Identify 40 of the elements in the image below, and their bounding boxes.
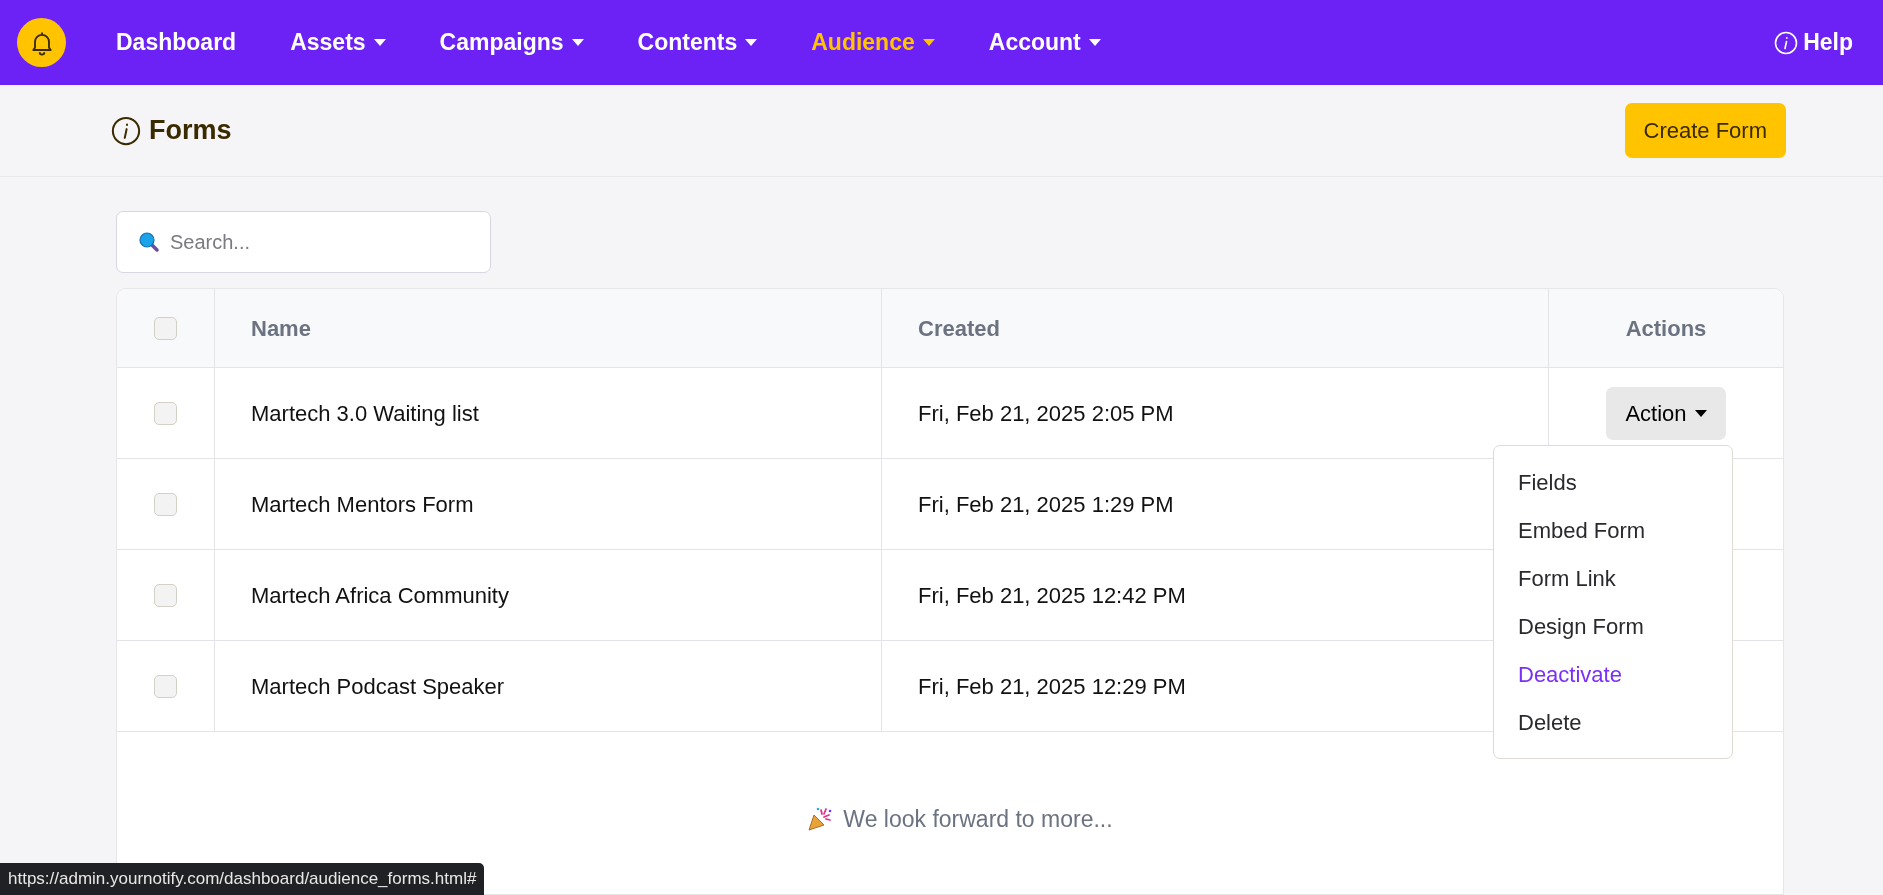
nav-menu-link[interactable]: Campaigns: [439, 25, 584, 60]
checkbox[interactable]: [154, 583, 177, 607]
footer-message: We look forward to more...: [843, 805, 1113, 834]
checkbox[interactable]: [154, 401, 177, 425]
table-cell-text: Fri, Feb 21, 2025 2:05 PM: [918, 399, 1174, 428]
table-cell-text: Martech Podcast Speaker: [251, 672, 505, 701]
menu-item[interactable]: Delete: [1494, 698, 1732, 746]
checkbox[interactable]: [154, 316, 177, 340]
table-cell-text: Fri, Feb 21, 2025 1:29 PM: [918, 490, 1174, 519]
checkbox[interactable]: [154, 674, 177, 698]
help-link[interactable]: Help: [1774, 25, 1853, 60]
table-cell-text: Fri, Feb 21, 2025 12:42 PM: [918, 581, 1186, 610]
nav-menu-link[interactable]: Audience: [811, 25, 935, 60]
page-title: Forms: [149, 114, 232, 148]
bell-logo-icon[interactable]: [17, 18, 66, 67]
menu-item[interactable]: Deactivate: [1494, 650, 1732, 698]
menu-item[interactable]: Embed Form: [1494, 506, 1732, 554]
info-icon: [111, 115, 141, 146]
checkbox[interactable]: [154, 492, 177, 516]
table-cell-text: Martech Africa Community: [251, 581, 509, 610]
column-header: Created: [918, 314, 1000, 343]
status-bar-url: https://admin.yournotify.com/dashboard/audience_forms.html#: [0, 863, 485, 895]
menu-item[interactable]: Form Link: [1494, 554, 1732, 602]
search-field[interactable]: Search...: [116, 211, 491, 273]
nav-menu-link[interactable]: Dashboard: [116, 25, 237, 60]
table-cell-text: Martech 3.0 Waiting list: [251, 399, 479, 428]
nav-menu-link[interactable]: Assets: [290, 25, 386, 60]
info-icon: [1774, 30, 1799, 55]
party-popper-icon: [807, 806, 834, 833]
menu-item[interactable]: Fields: [1494, 458, 1732, 506]
caret-icon: [1694, 409, 1707, 417]
menu-item[interactable]: Design Form: [1494, 602, 1732, 650]
nav-menu-link[interactable]: Contents: [637, 25, 758, 60]
table-cell-text: Fri, Feb 21, 2025 12:29 PM: [918, 672, 1186, 701]
nav-menu-link[interactable]: Account: [988, 25, 1101, 60]
column-header: Name: [251, 314, 311, 343]
action-dropdown-button[interactable]: Action: [1606, 386, 1726, 440]
column-header: Actions: [1625, 314, 1707, 343]
create-form-button[interactable]: Create Form: [1624, 103, 1786, 158]
table-cell-text: Martech Mentors Form: [251, 490, 474, 519]
